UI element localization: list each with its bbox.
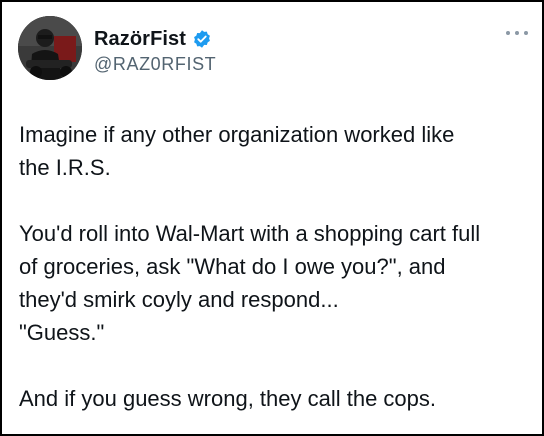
author-info: RazörFist @RAZ0RFIST — [94, 26, 216, 75]
tweet-line: the I.R.S. — [19, 155, 111, 180]
tweet-card: RazörFist @RAZ0RFIST Imagine if any othe… — [0, 0, 544, 436]
tweet-line: "Guess." — [19, 320, 105, 345]
more-dot — [524, 31, 528, 35]
tweet-line: they'd smirk coyly and respond... — [19, 287, 339, 312]
more-options-icon[interactable] — [506, 28, 528, 38]
name-row: RazörFist — [94, 26, 216, 52]
more-dot — [515, 31, 519, 35]
tweet-line: You'd roll into Wal-Mart with a shopping… — [19, 221, 481, 246]
tweet-line: of groceries, ask "What do I owe you?", … — [19, 254, 446, 279]
tweet-text: Imagine if any other organization worked… — [19, 118, 529, 415]
avatar-image — [18, 16, 82, 80]
author-avatar[interactable] — [18, 16, 82, 80]
tweet-line: And if you guess wrong, they call the co… — [19, 386, 437, 411]
author-display-name[interactable]: RazörFist — [94, 28, 186, 51]
author-handle[interactable]: @RAZ0RFIST — [94, 54, 216, 75]
tweet-header: RazörFist @RAZ0RFIST — [18, 16, 530, 86]
more-dot — [506, 31, 510, 35]
verified-badge-icon — [192, 29, 212, 49]
tweet-line: Imagine if any other organization worked… — [19, 122, 455, 147]
